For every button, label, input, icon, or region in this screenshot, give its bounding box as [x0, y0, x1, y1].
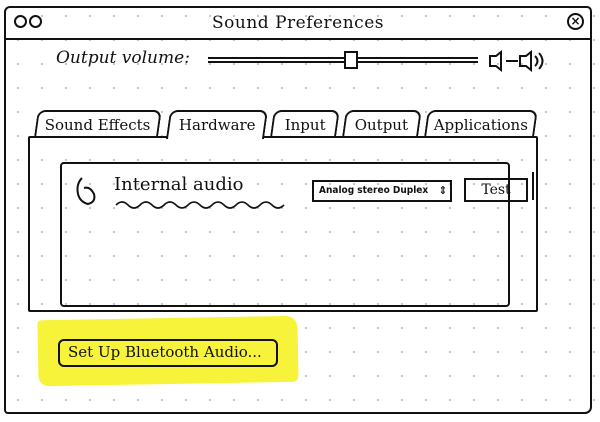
test-button[interactable]: Test	[464, 178, 528, 202]
speaker-volume-icon[interactable]	[488, 49, 550, 75]
setup-bluetooth-audio-button[interactable]: Set Up Bluetooth Audio...	[58, 339, 278, 367]
tab-input[interactable]: Input	[270, 110, 340, 136]
profile-select-value: Analog stereo Duplex	[319, 185, 429, 196]
volume-slider[interactable]	[208, 51, 478, 71]
audio-device-icon	[76, 177, 96, 206]
device-name: Internal audio	[114, 174, 244, 195]
panel-scrollbar[interactable]	[529, 172, 534, 200]
device-list-item[interactable]: Internal audio Analog stereo Duplex ⇕ Te…	[60, 162, 528, 307]
profile-select[interactable]: Analog stereo Duplex ⇕	[312, 180, 452, 202]
output-volume-label: Output volume:	[56, 48, 190, 68]
window-title: Sound Preferences	[212, 13, 384, 33]
title-bar: Sound Preferences ×	[6, 8, 590, 40]
volume-slider-thumb[interactable]	[344, 51, 358, 69]
tab-hardware[interactable]: Hardware	[165, 110, 269, 139]
speaker-icon	[489, 49, 544, 73]
select-arrows-icon: ⇕	[438, 184, 447, 197]
device-description-scribble	[115, 201, 285, 209]
hardware-panel: Internal audio Analog stereo Duplex ⇕ Te…	[28, 136, 538, 312]
close-icon[interactable]: ×	[567, 13, 584, 30]
tab-applications[interactable]: Applications	[424, 110, 538, 136]
tab-sound-effects[interactable]: Sound Effects	[34, 110, 162, 136]
volume-slider-track	[208, 57, 478, 63]
tab-output[interactable]: Output	[342, 110, 422, 136]
